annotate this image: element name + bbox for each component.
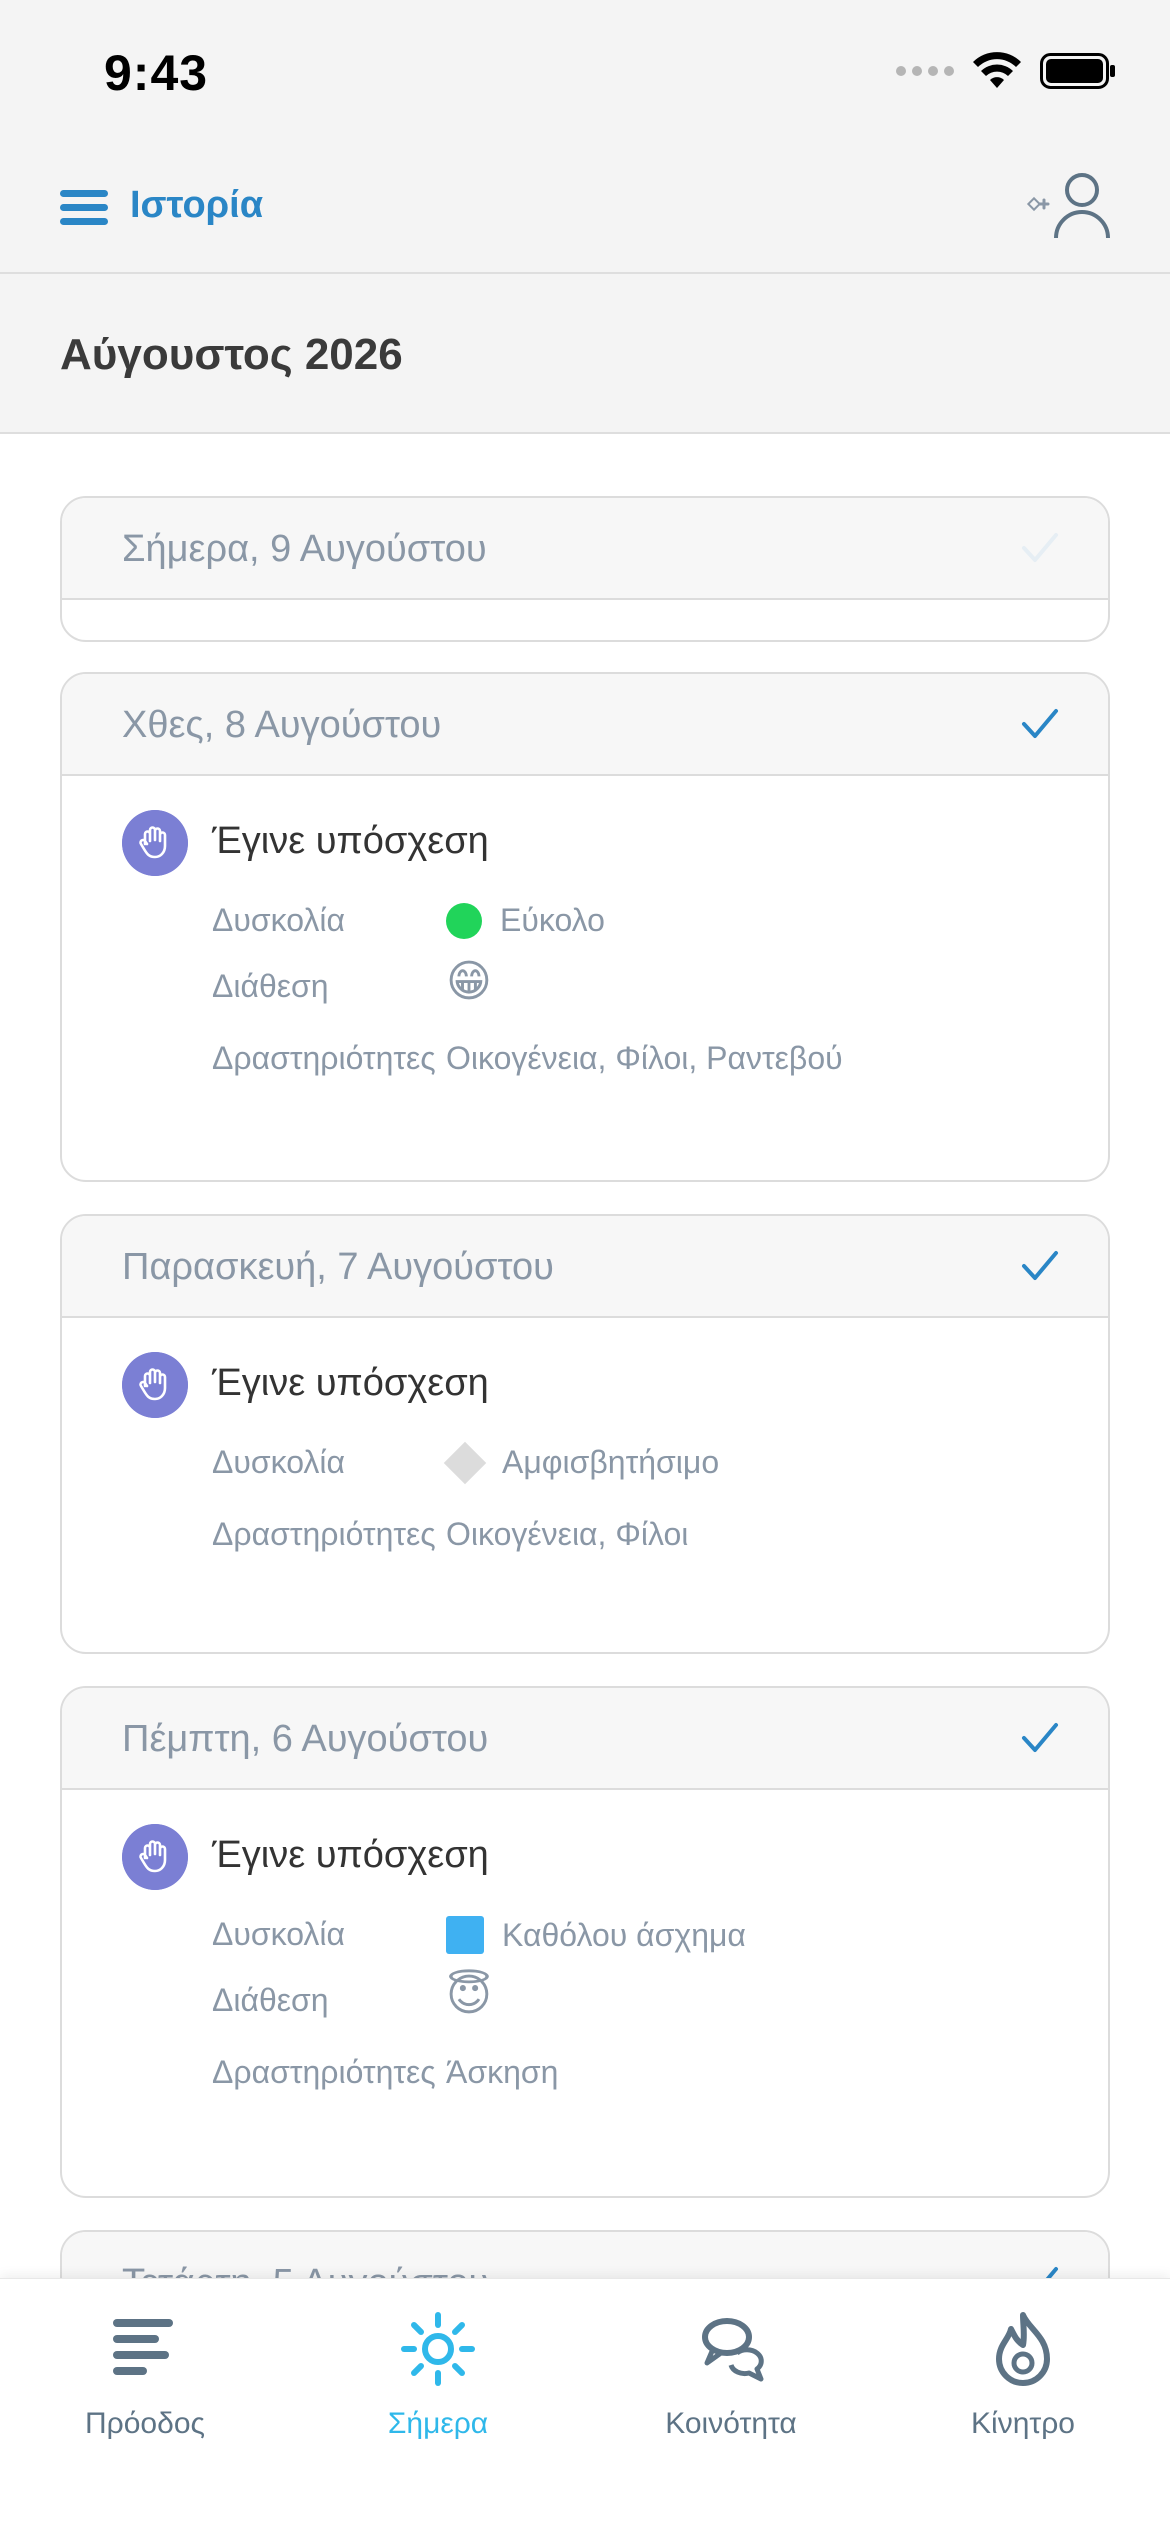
difficulty-label: Δυσκολία [212, 1916, 346, 1952]
mood-row: Διάθεση 😇 [62, 1972, 1108, 2038]
day-header[interactable]: Τετάρτη, 5 Αυγούστου [62, 2232, 1108, 2278]
day-header[interactable]: Σήμερα, 9 Αυγούστου [62, 498, 1108, 600]
activities-label: Δραστηριότητες [212, 2054, 436, 2090]
grinning-face-emoji: 😁 [446, 957, 492, 1006]
difficulty-label: Δυσκολία [212, 902, 346, 938]
tab-motivation[interactable]: Κίνητρο [898, 2309, 1148, 2441]
history-list[interactable]: Σήμερα, 9 Αυγούστου Χθες, 8 Αυγούστου Έγ… [0, 436, 1170, 2278]
page-title[interactable]: Ιστορία [130, 184, 263, 227]
entry[interactable]: Έγινε υπόσχεση Δυσκολία Καθόλου άσχημα Δ… [62, 1790, 1108, 2162]
hamburger-menu-icon[interactable] [60, 190, 108, 226]
raised-hand-icon [122, 1824, 188, 1890]
entry[interactable]: Έγινε υπόσχεση Δυσκολία Αμφισβητήσιμο Δρ… [62, 1318, 1108, 1624]
tab-bar: Πρόοδος Σήμερα Κοινότητα Κίνητρο [0, 2278, 1170, 2532]
tab-label: Κοινότητα [665, 2407, 797, 2440]
tab-community[interactable]: Κοινότητα [606, 2309, 856, 2441]
day-label: Σήμερα, 9 Αυγούστου [122, 528, 487, 570]
not-bad-square-icon [446, 1916, 484, 1954]
activities-row: Δραστηριότητες Οικογένεια, Φίλοι [62, 1508, 1108, 1624]
tab-today[interactable]: Σήμερα [313, 2309, 563, 2441]
promise-row: Έγινε υπόσχεση [62, 806, 1108, 882]
day-card[interactable]: Χθες, 8 Αυγούστου Έγινε υπόσχεση Δυσκολί… [60, 672, 1110, 1182]
status-bar: 9:43 [0, 0, 1170, 140]
month-title: Αύγουστος 2026 [60, 330, 403, 379]
smiling-halo-emoji: 😇 [446, 1971, 492, 2020]
day-label: Χθες, 8 Αυγούστου [122, 704, 442, 746]
day-label: Παρασκευή, 7 Αυγούστου [122, 1246, 554, 1288]
difficulty-value: Εύκολο [446, 902, 605, 939]
progress-bars-icon [113, 2319, 173, 2375]
difficulty-value: Καθόλου άσχημα [446, 1916, 746, 1954]
raised-hand-icon [122, 810, 188, 876]
promise-row: Έγινε υπόσχεση [62, 1348, 1108, 1424]
difficulty-text: Αμφισβητήσιμο [502, 1444, 720, 1480]
nav-bar: Ιστορία [0, 140, 1170, 274]
day-card[interactable]: Τετάρτη, 5 Αυγούστου [60, 2230, 1110, 2278]
promise-row: Έγινε υπόσχεση [62, 1820, 1108, 1896]
battery-icon [1040, 53, 1115, 89]
wifi-icon [973, 52, 1021, 88]
raised-hand-icon [122, 1352, 188, 1418]
checkmark-icon [1022, 1723, 1058, 1752]
checkmark-icon [1045, 2267, 1058, 2278]
activities-value: Οικογένεια, Φίλοι [446, 1516, 689, 1552]
day-card[interactable]: Παρασκευή, 7 Αυγούστου Έγινε υπόσχεση Δυ… [60, 1214, 1110, 1654]
cellular-signal-icon [896, 66, 954, 76]
day-label: Πέμπτη, 6 Αυγούστου [122, 1718, 489, 1760]
activities-value: Οικογένεια, Φίλοι, Ραντεβού [446, 1040, 843, 1076]
tab-label: Σήμερα [387, 2407, 489, 2440]
difficulty-row: Δυσκολία Αμφισβητήσιμο [62, 1434, 1108, 1500]
add-user-icon[interactable] [1026, 170, 1114, 240]
status-time: 9:43 [104, 45, 209, 101]
questionable-diamond-icon [443, 1441, 487, 1484]
day-card-today[interactable]: Σήμερα, 9 Αυγούστου [60, 496, 1110, 642]
checkmark-icon [1022, 709, 1058, 738]
difficulty-text: Εύκολο [500, 902, 605, 938]
difficulty-row: Δυσκολία Καθόλου άσχημα [62, 1906, 1108, 1972]
activities-row: Δραστηριότητες Οικογένεια, Φίλοι, Ραντεβ… [62, 1032, 1108, 1148]
tab-label: Κίνητρο [971, 2407, 1075, 2440]
mood-value: 😇 [446, 1974, 492, 2018]
checkmark-icon [1022, 1251, 1058, 1280]
difficulty-value: Αμφισβητήσιμο [443, 1441, 720, 1484]
mood-value: 😁 [446, 960, 492, 1004]
difficulty-label: Δυσκολία [212, 1444, 346, 1480]
activities-label: Δραστηριότητες [212, 1516, 436, 1552]
day-card[interactable]: Πέμπτη, 6 Αυγούστου Έγινε υπόσχεση Δυσκο… [60, 1686, 1110, 2198]
promise-text: Έγινε υπόσχεση [212, 1834, 489, 1876]
sun-icon [401, 2312, 475, 2386]
activities-row: Δραστηριότητες Άσκηση [62, 2046, 1108, 2162]
promise-text: Έγινε υπόσχεση [212, 1362, 489, 1404]
day-header[interactable]: Χθες, 8 Αυγούστου [62, 674, 1108, 776]
tab-label: Πρόοδος [85, 2407, 205, 2440]
mood-row: Διάθεση 😁 [62, 958, 1108, 1024]
chat-bubbles-icon [702, 2318, 764, 2382]
status-icons [896, 52, 1116, 90]
day-header[interactable]: Παρασκευή, 7 Αυγούστου [62, 1216, 1108, 1318]
difficulty-row: Δυσκολία Εύκολο [62, 892, 1108, 958]
difficulty-text: Καθόλου άσχημα [502, 1916, 746, 1953]
activities-label: Δραστηριότητες [212, 1040, 436, 1076]
promise-text: Έγινε υπόσχεση [212, 820, 489, 862]
checkmark-icon [1022, 533, 1058, 562]
day-label: Τετάρτη, 5 Αυγούστου [122, 2262, 489, 2278]
mood-label: Διάθεση [212, 968, 329, 1004]
tab-progress[interactable]: Πρόοδος [20, 2309, 270, 2441]
easy-dot-icon [446, 902, 482, 939]
flame-icon [996, 2312, 1050, 2386]
month-header: Αύγουστος 2026 [0, 274, 1170, 434]
day-header[interactable]: Πέμπτη, 6 Αυγούστου [62, 1688, 1108, 1790]
activities-value: Άσκηση [446, 2054, 559, 2090]
entry[interactable]: Έγινε υπόσχεση Δυσκολία Εύκολο Διάθεση 😁… [62, 776, 1108, 1148]
mood-label: Διάθεση [212, 1982, 329, 2018]
